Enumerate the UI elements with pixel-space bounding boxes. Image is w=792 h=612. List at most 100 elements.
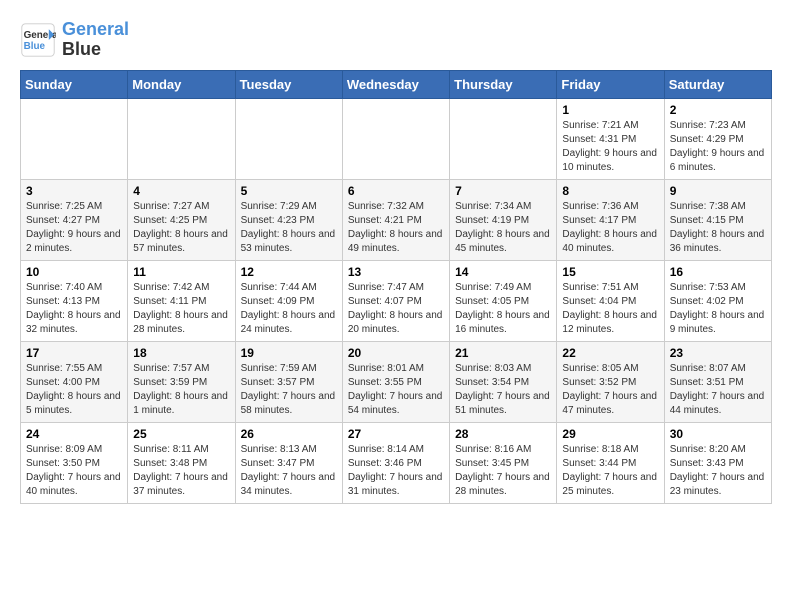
calendar-cell: 18 Sunrise: 7:57 AM Sunset: 3:59 PM Dayli… <box>128 341 235 422</box>
day-number: 25 <box>133 427 229 441</box>
calendar-week-row: 17Sunrise: 7:55 AM Sunset: 4:00 PM Dayli… <box>21 341 772 422</box>
day-info: Sunrise: 7:42 AM Sunset: 4:11 PM Dayligh… <box>133 281 229 337</box>
day-info: Sunrise: 7:32 AM Sunset: 4:21 PM Dayligh… <box>348 200 444 256</box>
day-number: 28 <box>455 427 551 441</box>
calendar-cell: 12 Sunrise: 7:44 AM Sunset: 4:09 PM Dayli… <box>235 260 342 341</box>
calendar-cell: 6 Sunrise: 7:32 AM Sunset: 4:21 PM Daylig… <box>342 179 449 260</box>
day-number: 11 <box>133 265 229 279</box>
calendar-week-row: 10Sunrise: 7:40 AM Sunset: 4:13 PM Dayli… <box>21 260 772 341</box>
day-info: Sunrise: 7:25 AM Sunset: 4:27 PM Dayligh… <box>26 200 122 256</box>
day-info: Sunrise: 8:11 AM Sunset: 3:48 PM Dayligh… <box>133 443 229 499</box>
calendar-cell <box>450 98 557 179</box>
calendar-cell: 26 Sunrise: 8:13 AM Sunset: 3:47 PM Dayli… <box>235 422 342 503</box>
day-info: Sunrise: 7:49 AM Sunset: 4:05 PM Dayligh… <box>455 281 551 337</box>
calendar-cell: 9Sunrise: 7:38 AM Sunset: 4:15 PM Daylig… <box>664 179 771 260</box>
day-number: 6 <box>348 184 444 198</box>
day-info: Sunrise: 7:44 AM Sunset: 4:09 PM Dayligh… <box>241 281 337 337</box>
day-number: 8 <box>562 184 658 198</box>
calendar-cell <box>128 98 235 179</box>
day-number: 7 <box>455 184 551 198</box>
calendar-cell: 28 Sunrise: 8:16 AM Sunset: 3:45 PM Dayli… <box>450 422 557 503</box>
calendar-week-row: 1 Sunrise: 7:21 AM Sunset: 4:31 PM Daylig… <box>21 98 772 179</box>
day-info: Sunrise: 7:36 AM Sunset: 4:17 PM Dayligh… <box>562 200 658 256</box>
day-number: 23 <box>670 346 766 360</box>
calendar-cell: 15 Sunrise: 7:51 AM Sunset: 4:04 PM Dayli… <box>557 260 664 341</box>
calendar-cell: 13 Sunrise: 7:47 AM Sunset: 4:07 PM Dayli… <box>342 260 449 341</box>
calendar-cell: 22 Sunrise: 8:05 AM Sunset: 3:52 PM Dayli… <box>557 341 664 422</box>
day-header-wednesday: Wednesday <box>342 70 449 98</box>
calendar-cell: 23 Sunrise: 8:07 AM Sunset: 3:51 PM Dayli… <box>664 341 771 422</box>
day-info: Sunrise: 7:57 AM Sunset: 3:59 PM Dayligh… <box>133 362 229 418</box>
logo-text: GeneralBlue <box>62 20 129 60</box>
day-header-saturday: Saturday <box>664 70 771 98</box>
day-number: 3 <box>26 184 122 198</box>
day-info: Sunrise: 7:38 AM Sunset: 4:15 PM Dayligh… <box>670 200 766 256</box>
calendar-cell: 14Sunrise: 7:49 AM Sunset: 4:05 PM Dayli… <box>450 260 557 341</box>
day-header-tuesday: Tuesday <box>235 70 342 98</box>
day-info: Sunrise: 8:03 AM Sunset: 3:54 PM Dayligh… <box>455 362 551 418</box>
day-info: Sunrise: 7:34 AM Sunset: 4:19 PM Dayligh… <box>455 200 551 256</box>
calendar-week-row: 3 Sunrise: 7:25 AM Sunset: 4:27 PM Daylig… <box>21 179 772 260</box>
calendar-cell: 2 Sunrise: 7:23 AM Sunset: 4:29 PM Daylig… <box>664 98 771 179</box>
calendar-header-row: SundayMondayTuesdayWednesdayThursdayFrid… <box>21 70 772 98</box>
day-number: 4 <box>133 184 229 198</box>
calendar-table: SundayMondayTuesdayWednesdayThursdayFrid… <box>20 70 772 504</box>
day-info: Sunrise: 7:51 AM Sunset: 4:04 PM Dayligh… <box>562 281 658 337</box>
day-info: Sunrise: 8:05 AM Sunset: 3:52 PM Dayligh… <box>562 362 658 418</box>
day-info: Sunrise: 8:09 AM Sunset: 3:50 PM Dayligh… <box>26 443 122 499</box>
page-header: General Blue GeneralBlue <box>20 20 772 60</box>
day-info: Sunrise: 7:21 AM Sunset: 4:31 PM Dayligh… <box>562 119 658 175</box>
day-info: Sunrise: 7:23 AM Sunset: 4:29 PM Dayligh… <box>670 119 766 175</box>
calendar-cell: 4 Sunrise: 7:27 AM Sunset: 4:25 PM Daylig… <box>128 179 235 260</box>
calendar-cell <box>21 98 128 179</box>
day-header-sunday: Sunday <box>21 70 128 98</box>
day-number: 22 <box>562 346 658 360</box>
day-info: Sunrise: 8:13 AM Sunset: 3:47 PM Dayligh… <box>241 443 337 499</box>
calendar-cell: 24 Sunrise: 8:09 AM Sunset: 3:50 PM Dayli… <box>21 422 128 503</box>
day-number: 18 <box>133 346 229 360</box>
calendar-cell: 21 Sunrise: 8:03 AM Sunset: 3:54 PM Dayli… <box>450 341 557 422</box>
logo: General Blue GeneralBlue <box>20 20 129 60</box>
day-header-monday: Monday <box>128 70 235 98</box>
calendar-cell: 27 Sunrise: 8:14 AM Sunset: 3:46 PM Dayli… <box>342 422 449 503</box>
day-number: 17 <box>26 346 122 360</box>
logo-icon: General Blue <box>20 22 56 58</box>
day-number: 21 <box>455 346 551 360</box>
day-number: 19 <box>241 346 337 360</box>
day-number: 2 <box>670 103 766 117</box>
calendar-cell: 5 Sunrise: 7:29 AM Sunset: 4:23 PM Daylig… <box>235 179 342 260</box>
day-info: Sunrise: 8:01 AM Sunset: 3:55 PM Dayligh… <box>348 362 444 418</box>
calendar-cell: 30 Sunrise: 8:20 AM Sunset: 3:43 PM Dayli… <box>664 422 771 503</box>
day-number: 30 <box>670 427 766 441</box>
day-info: Sunrise: 8:14 AM Sunset: 3:46 PM Dayligh… <box>348 443 444 499</box>
calendar-cell: 16Sunrise: 7:53 AM Sunset: 4:02 PM Dayli… <box>664 260 771 341</box>
day-number: 5 <box>241 184 337 198</box>
day-number: 27 <box>348 427 444 441</box>
calendar-cell: 11 Sunrise: 7:42 AM Sunset: 4:11 PM Dayli… <box>128 260 235 341</box>
calendar-cell: 1 Sunrise: 7:21 AM Sunset: 4:31 PM Daylig… <box>557 98 664 179</box>
calendar-cell: 25 Sunrise: 8:11 AM Sunset: 3:48 PM Dayli… <box>128 422 235 503</box>
day-header-thursday: Thursday <box>450 70 557 98</box>
svg-text:Blue: Blue <box>24 41 46 52</box>
day-info: Sunrise: 8:07 AM Sunset: 3:51 PM Dayligh… <box>670 362 766 418</box>
day-info: Sunrise: 7:29 AM Sunset: 4:23 PM Dayligh… <box>241 200 337 256</box>
calendar-cell: 7 Sunrise: 7:34 AM Sunset: 4:19 PM Daylig… <box>450 179 557 260</box>
day-info: Sunrise: 8:16 AM Sunset: 3:45 PM Dayligh… <box>455 443 551 499</box>
day-number: 20 <box>348 346 444 360</box>
calendar-cell: 10Sunrise: 7:40 AM Sunset: 4:13 PM Dayli… <box>21 260 128 341</box>
day-info: Sunrise: 7:47 AM Sunset: 4:07 PM Dayligh… <box>348 281 444 337</box>
calendar-cell: 8 Sunrise: 7:36 AM Sunset: 4:17 PM Daylig… <box>557 179 664 260</box>
day-number: 1 <box>562 103 658 117</box>
day-number: 13 <box>348 265 444 279</box>
day-info: Sunrise: 8:20 AM Sunset: 3:43 PM Dayligh… <box>670 443 766 499</box>
day-header-friday: Friday <box>557 70 664 98</box>
day-number: 24 <box>26 427 122 441</box>
day-number: 26 <box>241 427 337 441</box>
calendar-cell: 17Sunrise: 7:55 AM Sunset: 4:00 PM Dayli… <box>21 341 128 422</box>
day-number: 12 <box>241 265 337 279</box>
day-info: Sunrise: 7:53 AM Sunset: 4:02 PM Dayligh… <box>670 281 766 337</box>
day-number: 10 <box>26 265 122 279</box>
day-info: Sunrise: 7:27 AM Sunset: 4:25 PM Dayligh… <box>133 200 229 256</box>
day-info: Sunrise: 7:59 AM Sunset: 3:57 PM Dayligh… <box>241 362 337 418</box>
day-number: 15 <box>562 265 658 279</box>
